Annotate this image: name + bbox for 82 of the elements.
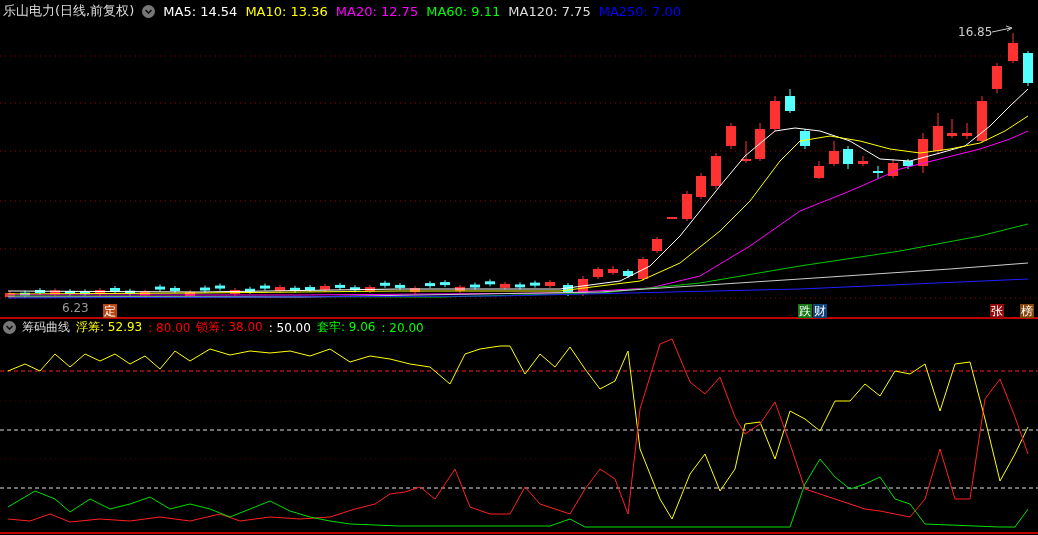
event-marker[interactable]: 榜 bbox=[1020, 304, 1034, 318]
candlestick bbox=[593, 266, 603, 280]
ma-value: MA250: 7.00 bbox=[598, 3, 682, 19]
event-marker[interactable]: 跌 bbox=[798, 304, 812, 318]
candlestick bbox=[992, 62, 1002, 94]
candlestick bbox=[470, 282, 480, 291]
event-marker[interactable]: 定 bbox=[103, 304, 117, 318]
candlestick bbox=[365, 284, 375, 294]
candlestick bbox=[873, 165, 883, 180]
candlestick bbox=[638, 256, 648, 282]
candlestick bbox=[800, 128, 810, 150]
candlestick bbox=[667, 216, 677, 220]
candlestick bbox=[755, 122, 765, 162]
dropdown-icon[interactable] bbox=[3, 321, 16, 334]
dropdown-icon[interactable] bbox=[142, 4, 156, 18]
candlestick bbox=[485, 278, 495, 287]
candlestick bbox=[320, 283, 330, 293]
candlestick bbox=[500, 281, 510, 291]
candlestick bbox=[623, 268, 633, 279]
candlestick bbox=[696, 172, 706, 200]
candlestick bbox=[888, 158, 898, 179]
candlestick bbox=[110, 285, 120, 294]
candlestick bbox=[947, 118, 957, 139]
indicator-value: : 20.00 bbox=[381, 320, 424, 335]
candlestick bbox=[200, 285, 210, 294]
candlestick bbox=[785, 88, 795, 114]
indicator-value: 锁筹: 38.00 bbox=[196, 319, 263, 336]
indicator-title: 筹码曲线 bbox=[22, 319, 70, 336]
ma-value: MA10: 13.36 bbox=[245, 3, 328, 19]
candlestick bbox=[515, 281, 525, 290]
indicator-value: 浮筹: 52.93 bbox=[76, 319, 143, 336]
indicator-value: : 50.00 bbox=[268, 320, 311, 335]
candlestick bbox=[545, 279, 555, 289]
candlestick bbox=[35, 287, 45, 296]
candlestick bbox=[829, 140, 839, 167]
candlestick bbox=[260, 283, 270, 292]
ma-value: MA120: 7.75 bbox=[508, 3, 591, 19]
candlestick bbox=[335, 282, 345, 291]
candlestick bbox=[977, 95, 987, 144]
candlestick bbox=[440, 279, 450, 288]
candlestick bbox=[1008, 32, 1018, 64]
event-marker[interactable]: 张 bbox=[990, 304, 1004, 318]
event-marker[interactable]: 财 bbox=[813, 304, 827, 318]
candlestick bbox=[608, 265, 618, 276]
candlestick bbox=[858, 155, 868, 167]
indicator-value: 套牢: 9.06 bbox=[316, 319, 376, 336]
candlestick bbox=[425, 280, 435, 289]
candlestick bbox=[563, 282, 573, 297]
candlestick bbox=[711, 152, 721, 190]
candlestick bbox=[395, 282, 405, 291]
high-price-label: 16.85 bbox=[958, 25, 993, 39]
candlestick bbox=[380, 280, 390, 289]
candlestick bbox=[275, 284, 285, 294]
candlestick bbox=[230, 287, 240, 297]
candlestick bbox=[918, 132, 928, 174]
ma-value: MA20: 12.75 bbox=[335, 3, 419, 19]
candlestick bbox=[530, 280, 540, 289]
candlestick bbox=[741, 140, 751, 164]
stock-title: 乐山电力(日线,前复权) bbox=[3, 2, 135, 20]
candlestick bbox=[726, 122, 736, 150]
candlestick bbox=[155, 284, 165, 293]
candlestick bbox=[962, 122, 972, 140]
ma-value: MA60: 9.11 bbox=[426, 3, 501, 19]
candlestick bbox=[814, 160, 824, 180]
candlestick bbox=[903, 158, 913, 170]
candlestick bbox=[933, 112, 943, 154]
candlestick bbox=[170, 285, 180, 294]
candlestick bbox=[578, 275, 588, 297]
candlestick bbox=[770, 95, 780, 132]
candlestick bbox=[245, 286, 255, 295]
leader-line bbox=[991, 25, 1013, 33]
candlestick bbox=[305, 284, 315, 293]
indicator-value: : 80.00 bbox=[148, 320, 191, 335]
candlestick bbox=[1023, 50, 1033, 87]
low-price-label: 6.23 bbox=[62, 301, 89, 315]
candlestick bbox=[350, 284, 360, 293]
candlestick bbox=[455, 284, 465, 294]
candlestick bbox=[682, 190, 692, 222]
candlestick bbox=[652, 236, 662, 254]
candlestick bbox=[843, 145, 853, 170]
ma-value: MA5: 14.54 bbox=[163, 3, 238, 19]
candlestick bbox=[215, 283, 225, 292]
